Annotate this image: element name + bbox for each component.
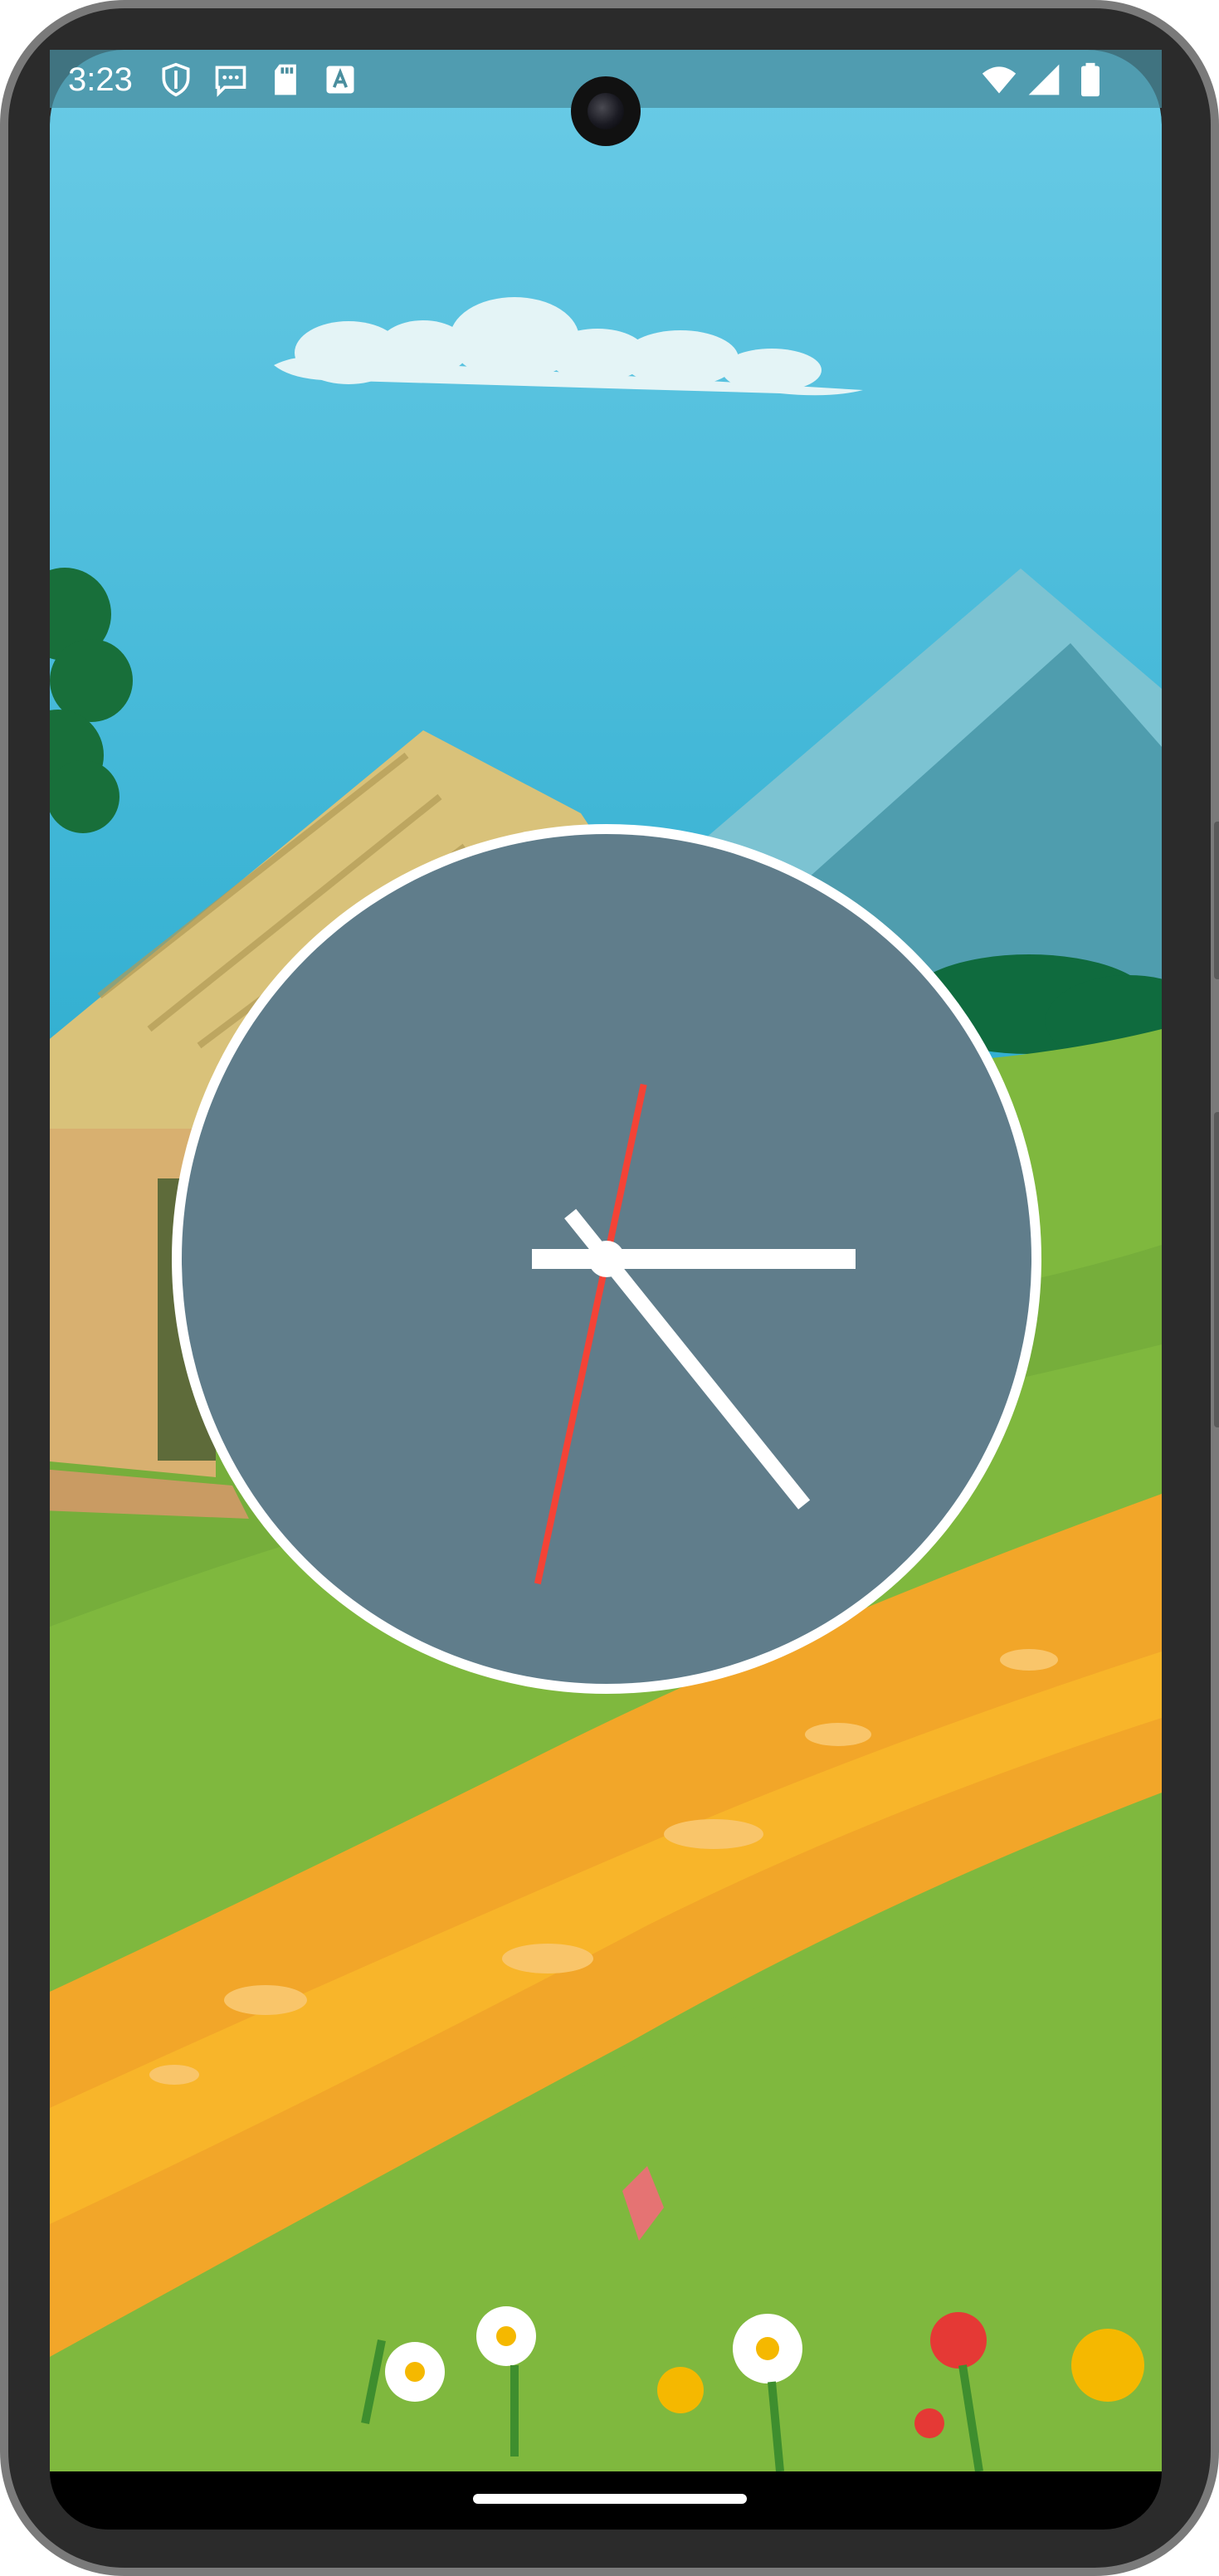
volume-button[interactable] xyxy=(1214,1112,1219,1427)
device: 3:23 xyxy=(0,0,1219,2576)
home-indicator[interactable] xyxy=(473,2494,747,2504)
power-button[interactable] xyxy=(1214,822,1219,979)
analog-clock-widget[interactable] xyxy=(169,822,1044,1696)
wifi-icon xyxy=(982,66,1017,94)
signal-icon xyxy=(1028,64,1060,95)
text-a-icon xyxy=(326,66,354,94)
battery-icon xyxy=(1081,62,1100,97)
front-camera xyxy=(571,76,641,146)
message-icon xyxy=(215,66,246,97)
camera-lens xyxy=(588,93,624,129)
shield-icon xyxy=(162,62,190,97)
clock-center-hub xyxy=(588,1241,625,1277)
status-time: 3:23 xyxy=(68,61,133,98)
sd-card-icon xyxy=(275,64,296,95)
